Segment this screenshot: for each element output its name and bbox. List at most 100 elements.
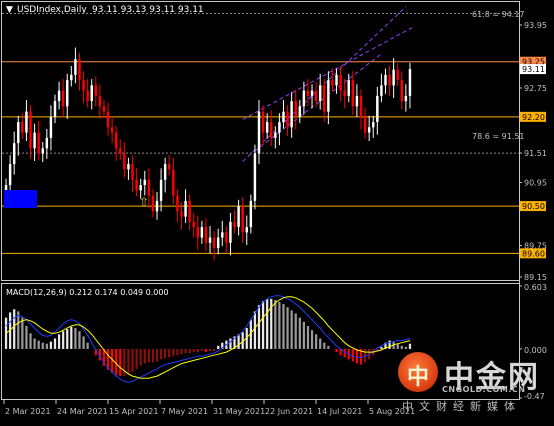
candle-body — [41, 148, 44, 154]
candle-body — [347, 80, 350, 96]
candle-body — [151, 195, 155, 212]
candle-body — [204, 227, 208, 243]
candle-body — [249, 200, 253, 228]
candle-body — [21, 122, 24, 133]
candle-body — [245, 227, 248, 233]
candle-body — [388, 74, 391, 86]
date-tick-label: 14 Jul 2021 — [317, 407, 362, 416]
date-tick-label: 31 May 2021 — [213, 407, 265, 416]
watermark-slogan: 中文财经新媒体 — [402, 400, 521, 413]
candle-body — [253, 153, 257, 201]
candle-body — [392, 69, 395, 86]
fib-78-label: 78.6 = 91.51 — [472, 132, 525, 141]
candle-body — [343, 90, 346, 96]
candle-body — [323, 85, 326, 112]
candle-body — [131, 164, 134, 180]
candle-body — [155, 200, 159, 212]
candle-body — [404, 95, 408, 102]
blue-marker-box — [4, 190, 37, 208]
candle-body — [408, 69, 412, 96]
candle-body — [384, 74, 387, 86]
candle-body — [339, 74, 342, 91]
candle-body — [25, 111, 28, 133]
price-tick-label: 92.75 — [524, 84, 547, 93]
candle-body — [306, 90, 310, 96]
price-pane-frame — [1, 1, 520, 281]
chart-window: ▼ USDIndex,Daily 93.11 93.13 93.11 93.11… — [0, 0, 554, 422]
candle-body — [98, 95, 102, 107]
date-tick-label: 7 May 2021 — [161, 407, 208, 416]
candle-body — [400, 80, 404, 102]
candle-body — [37, 132, 40, 154]
candle-body — [110, 127, 114, 133]
candle-body — [282, 111, 285, 123]
date-tick-label: 2 Mar 2021 — [5, 407, 51, 416]
candle-body — [29, 111, 32, 149]
candle-body — [286, 111, 289, 128]
candle-body — [351, 80, 355, 107]
macd-tick-label: 0.603 — [524, 283, 547, 292]
candle-body — [380, 85, 383, 96]
candle-body — [257, 111, 261, 154]
candle-body — [114, 132, 118, 149]
candle-body — [298, 106, 302, 117]
candle-body — [70, 74, 73, 81]
candle-body — [123, 153, 126, 170]
macd-title: MACD(12,26,9) 0.212 0.174 0.049 0.000 — [6, 288, 169, 297]
candle-body — [212, 237, 216, 249]
candle-body — [310, 90, 314, 96]
price-label-text: 92.20 — [522, 113, 545, 122]
candle-body — [265, 122, 269, 133]
price-label-text: 89.60 — [522, 249, 545, 258]
candle-body — [12, 143, 16, 165]
candle-body — [45, 137, 49, 149]
candle-body — [74, 59, 77, 75]
candle-body — [176, 195, 179, 212]
candle-body — [17, 122, 20, 144]
candle-body — [90, 85, 93, 102]
candle-body — [143, 179, 146, 186]
candle-body — [376, 95, 379, 123]
candle-body — [196, 227, 200, 238]
candle-body — [188, 200, 191, 222]
candle-body — [200, 227, 204, 238]
candle-body — [229, 221, 232, 243]
candle-body — [135, 179, 138, 191]
price-label-text: 90.50 — [522, 202, 545, 211]
candle-body — [168, 164, 171, 170]
candle-body — [261, 111, 265, 133]
cngold-logo-icon: 中 — [398, 352, 438, 392]
candle-body — [172, 169, 175, 196]
candle-body — [225, 232, 228, 243]
candle-body — [318, 85, 322, 102]
candle-body — [278, 122, 281, 133]
candle-body — [327, 80, 330, 112]
price-tick-label: 93.95 — [524, 21, 547, 30]
candle-body — [163, 164, 167, 180]
macd-layer — [4, 295, 412, 383]
watermark-url: CNGOLD.COM.CN — [442, 385, 526, 394]
candle-body — [147, 179, 151, 196]
price-label-text: 93.11 — [522, 65, 545, 74]
candle-body — [270, 122, 273, 138]
candle-body — [66, 80, 69, 107]
candle-body — [139, 185, 142, 191]
candle-body — [367, 127, 371, 133]
candle-body — [302, 90, 306, 107]
date-tick-label: 15 Apr 2021 — [109, 407, 158, 416]
up-arrow-annotation: ⇧ — [139, 195, 149, 209]
price-tick-label: 91.51 — [524, 149, 547, 158]
candle-body — [8, 164, 12, 186]
candle-body — [184, 200, 187, 217]
candle-body — [82, 80, 85, 91]
candle-body — [314, 90, 318, 102]
candle-body — [363, 116, 367, 133]
candle-body — [355, 95, 359, 107]
channel-fib-label: 61.8 = 94.17 — [472, 10, 525, 19]
candle-body — [335, 74, 338, 86]
date-tick-label: 24 Mar 2021 — [57, 407, 108, 416]
candle-body — [372, 122, 375, 128]
candle-body — [331, 80, 334, 86]
candle-body — [86, 90, 89, 102]
watermark: 中 中金网 CNGOLD.COM.CN 中文财经新媒体 — [398, 352, 554, 414]
